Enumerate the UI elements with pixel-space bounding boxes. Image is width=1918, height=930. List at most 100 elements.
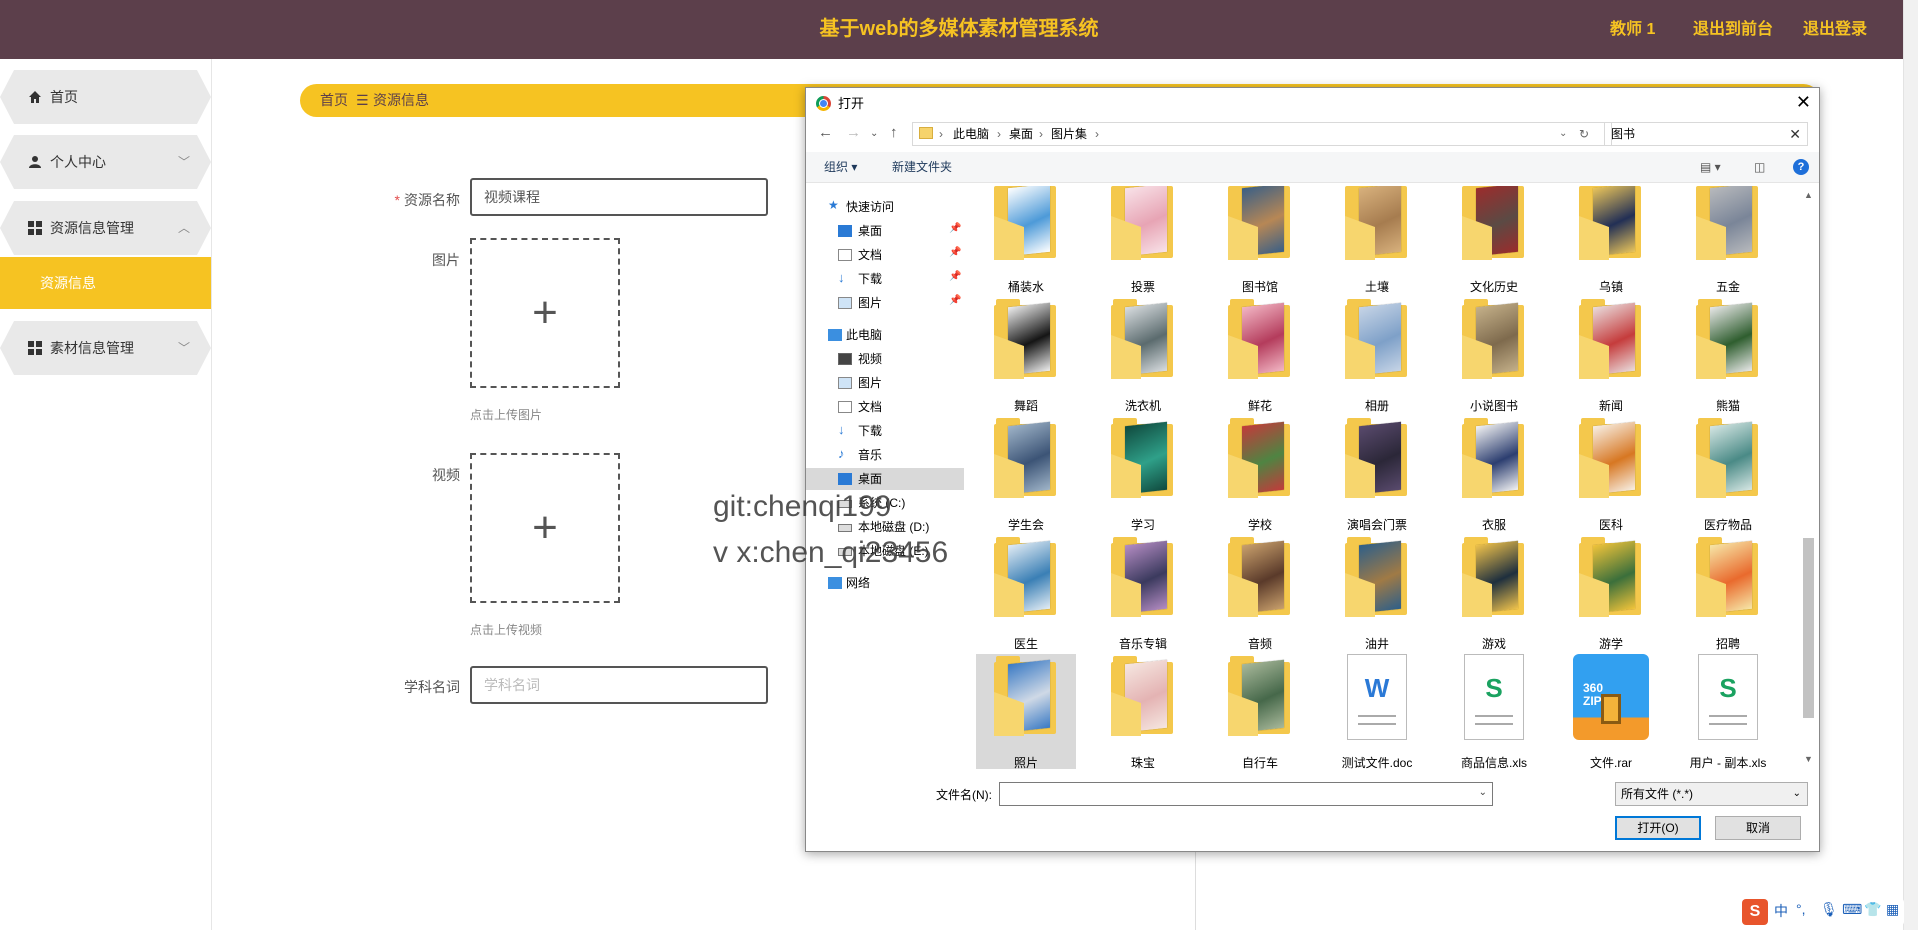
file-item[interactable]: 游学: [1561, 535, 1661, 653]
file-item[interactable]: 医科: [1561, 416, 1661, 534]
file-item[interactable]: W 测试文件.doc: [1327, 654, 1427, 769]
address-dropdown-icon[interactable]: ⌄: [1559, 123, 1567, 145]
file-item[interactable]: 学习: [1093, 416, 1193, 534]
ime-toolbar[interactable]: S 中 °, 🎙 ⌨ 👕 ▦: [1742, 899, 1904, 925]
file-item[interactable]: 自行车: [1210, 654, 1310, 769]
file-item[interactable]: 照片: [976, 654, 1076, 769]
toolbox-icon[interactable]: ▦: [1886, 901, 1899, 918]
video-upload-box[interactable]: +: [470, 453, 620, 603]
file-item[interactable]: 小说图书: [1444, 297, 1544, 415]
preview-pane-icon[interactable]: ◫: [1754, 152, 1765, 182]
subject-input[interactable]: 学科名词: [470, 666, 768, 704]
file-item[interactable]: S 商品信息.xls: [1444, 654, 1544, 769]
recent-dropdown-icon[interactable]: ⌄: [870, 128, 878, 139]
nav-pc-drive-e[interactable]: 本地磁盘 (E:): [806, 540, 964, 562]
file-item[interactable]: 医疗物品: [1678, 416, 1778, 534]
chevron-down-icon: ﹀: [178, 341, 191, 355]
nav-pc-drive-d[interactable]: 本地磁盘 (D:): [806, 516, 964, 538]
file-item[interactable]: 360 ZIP 文件.rar: [1561, 654, 1661, 769]
forward-arrow-icon[interactable]: →: [846, 124, 861, 141]
sidebar-item-personal[interactable]: 个人中心 ﹀: [0, 135, 211, 189]
filename-input[interactable]: ⌄: [999, 782, 1493, 806]
skin-icon[interactable]: 👕: [1864, 901, 1881, 918]
file-item[interactable]: S 用户 - 副本.xls: [1678, 654, 1778, 769]
scroll-down-icon[interactable]: ▼: [1804, 754, 1813, 764]
keyboard-icon[interactable]: ⌨: [1842, 901, 1862, 918]
view-options-icon[interactable]: ▤ ▾: [1700, 152, 1721, 182]
ime-mode[interactable]: 中: [1774, 901, 1788, 921]
nav-pc-pictures[interactable]: 图片: [806, 372, 964, 394]
file-item[interactable]: 桶装水: [976, 186, 1076, 296]
help-icon[interactable]: ?: [1793, 159, 1809, 175]
nav-pc-videos[interactable]: 视频: [806, 348, 964, 370]
scrollbar-thumb[interactable]: [1803, 538, 1814, 718]
refresh-icon[interactable]: ↻: [1579, 123, 1589, 145]
file-item[interactable]: 图书馆: [1210, 186, 1310, 296]
nav-pc-desktop[interactable]: 桌面: [806, 468, 964, 490]
back-arrow-icon[interactable]: ←: [818, 124, 833, 141]
file-item[interactable]: 游戏: [1444, 535, 1544, 653]
chevron-down-icon[interactable]: ⌄: [1479, 787, 1487, 798]
file-item[interactable]: 油井: [1327, 535, 1427, 653]
back-to-front-link[interactable]: 退出到前台: [1693, 0, 1773, 59]
sidebar-item-resource-mgmt[interactable]: 资源信息管理 ︿: [0, 201, 211, 255]
nav-quick-documents[interactable]: 文档 📌: [806, 244, 964, 266]
sidebar-item-material-mgmt[interactable]: 素材信息管理 ﹀: [0, 321, 211, 375]
file-item[interactable]: 洗衣机: [1093, 297, 1193, 415]
open-button[interactable]: 打开(O): [1615, 816, 1701, 840]
path-segment[interactable]: 桌面: [1009, 123, 1033, 145]
file-item[interactable]: 熊猫: [1678, 297, 1778, 415]
file-item[interactable]: 学校: [1210, 416, 1310, 534]
path-segment[interactable]: 图片集: [1051, 123, 1087, 145]
cancel-button[interactable]: 取消: [1715, 816, 1801, 840]
microphone-icon[interactable]: 🎙: [1820, 901, 1838, 918]
file-item[interactable]: 投票: [1093, 186, 1193, 296]
nav-pc-documents[interactable]: 文档: [806, 396, 964, 418]
nav-pc-downloads[interactable]: ↓ 下载: [806, 420, 964, 442]
file-grid-scrollbar[interactable]: ▲ ▼: [1800, 188, 1817, 768]
file-item[interactable]: 舞蹈: [976, 297, 1076, 415]
nav-quick-desktop[interactable]: 桌面 📌: [806, 220, 964, 242]
file-item[interactable]: 珠宝: [1093, 654, 1193, 769]
file-item[interactable]: 相册: [1327, 297, 1427, 415]
file-item[interactable]: 学生会: [976, 416, 1076, 534]
new-folder-button[interactable]: 新建文件夹: [892, 152, 952, 182]
nav-this-pc[interactable]: 此电脑: [806, 324, 964, 346]
page-scrollbar[interactable]: [1903, 0, 1918, 930]
sidebar-item-home[interactable]: 首页: [0, 70, 211, 124]
sidebar-subitem-resource-info[interactable]: 资源信息: [0, 257, 211, 309]
user-link[interactable]: 教师 1: [1610, 0, 1655, 59]
nav-quick-pictures[interactable]: 图片 📌: [806, 292, 964, 314]
close-icon[interactable]: ✕: [1796, 92, 1811, 113]
nav-pc-music[interactable]: ♪ 音乐: [806, 444, 964, 466]
image-upload-box[interactable]: +: [470, 238, 620, 388]
file-item[interactable]: 音频: [1210, 535, 1310, 653]
resource-name-input[interactable]: 视频课程: [470, 178, 768, 216]
file-item[interactable]: 音乐专辑: [1093, 535, 1193, 653]
file-item[interactable]: 土壤: [1327, 186, 1427, 296]
nav-quick-access[interactable]: ★ 快速访问: [806, 196, 964, 218]
file-item[interactable]: 新闻: [1561, 297, 1661, 415]
filetype-select[interactable]: 所有文件 (*.*) ⌄: [1615, 782, 1808, 806]
clear-search-icon[interactable]: ✕: [1789, 123, 1801, 145]
nav-quick-downloads[interactable]: ↓ 下载 📌: [806, 268, 964, 290]
file-item[interactable]: 文化历史: [1444, 186, 1544, 296]
nav-network[interactable]: 网络: [806, 572, 964, 594]
path-segment[interactable]: 此电脑: [953, 123, 989, 145]
file-item[interactable]: 招聘: [1678, 535, 1778, 653]
scroll-up-icon[interactable]: ▲: [1804, 190, 1813, 200]
file-item[interactable]: 五金: [1678, 186, 1778, 296]
file-item[interactable]: 衣服: [1444, 416, 1544, 534]
breadcrumb-home[interactable]: 首页: [320, 84, 348, 117]
file-item[interactable]: 乌镇: [1561, 186, 1661, 296]
file-item[interactable]: 鲜花: [1210, 297, 1310, 415]
address-bar[interactable]: › 此电脑 › 桌面 › 图片集 › ⌄ ↻: [912, 122, 1612, 146]
punctuation-icon[interactable]: °,: [1796, 901, 1806, 917]
organize-button[interactable]: 组织 ▾: [824, 152, 857, 182]
search-input[interactable]: 图书 ✕: [1604, 122, 1808, 146]
logout-link[interactable]: 退出登录: [1803, 0, 1867, 59]
file-item[interactable]: 医生: [976, 535, 1076, 653]
file-item[interactable]: 演唱会门票: [1327, 416, 1427, 534]
nav-pc-drive-c[interactable]: 系统 (C:): [806, 492, 964, 514]
up-arrow-icon[interactable]: ↑: [890, 124, 898, 141]
